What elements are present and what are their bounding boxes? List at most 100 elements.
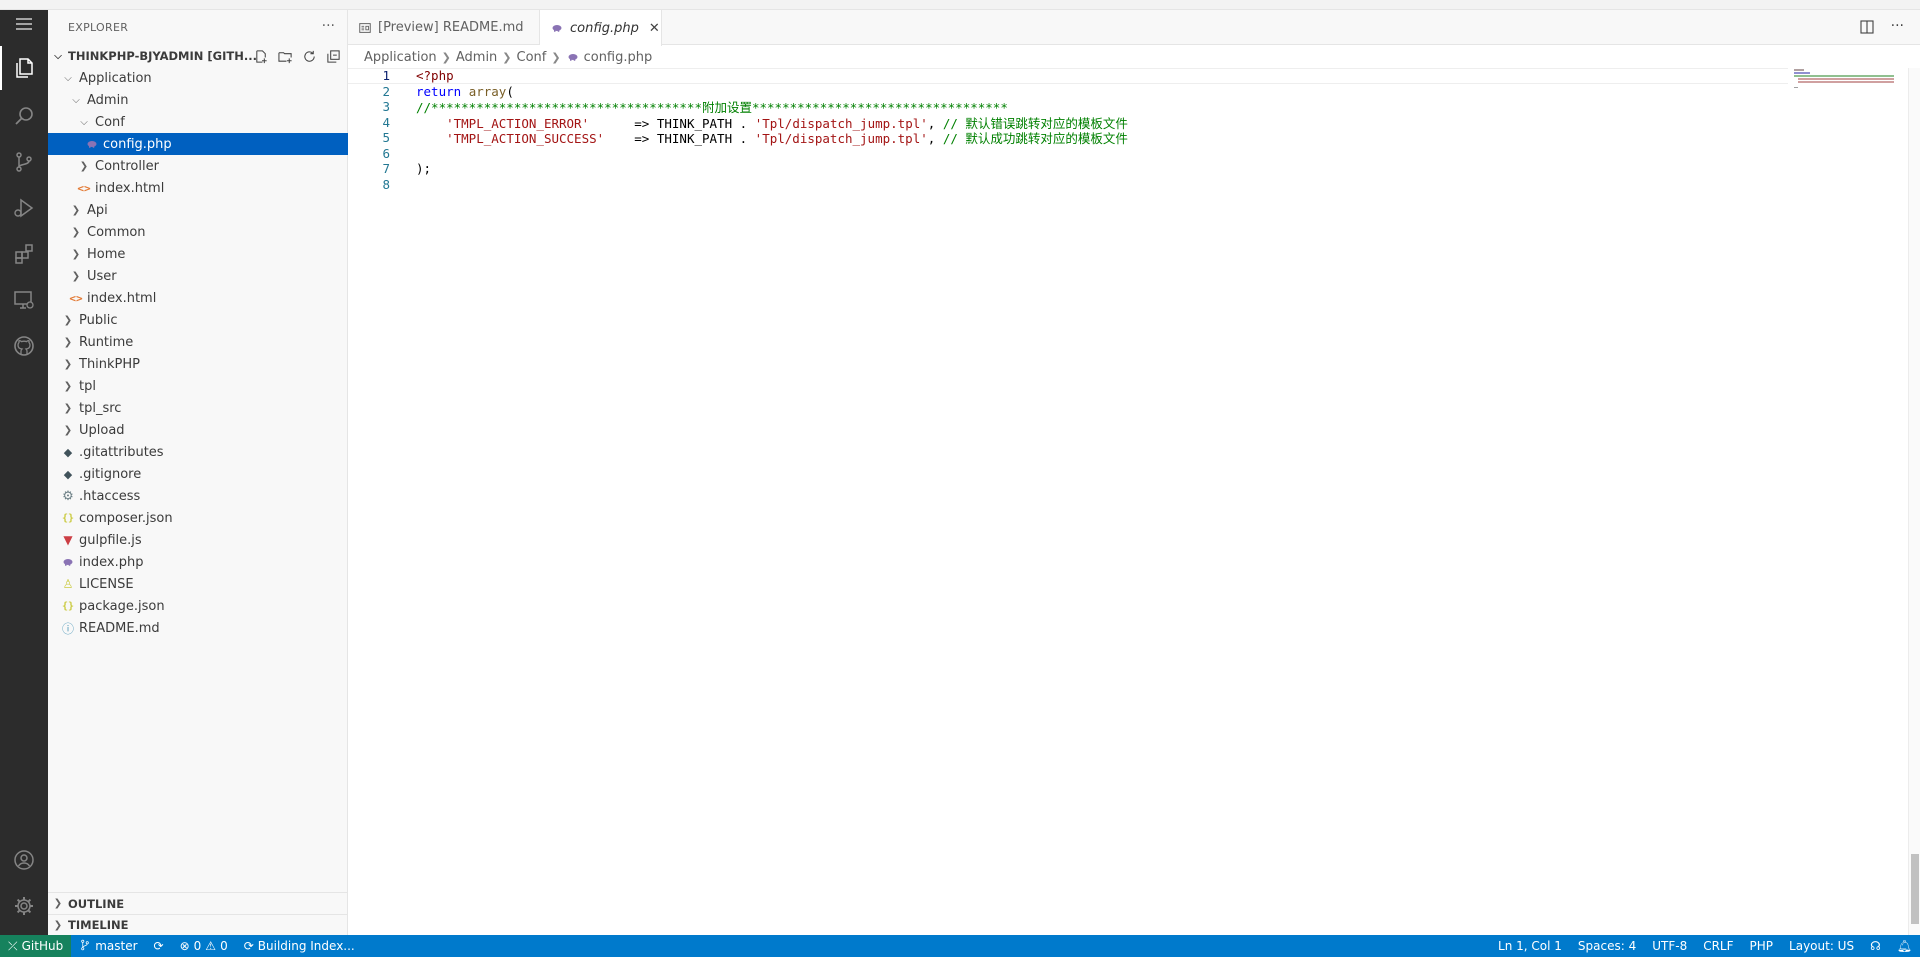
tree-folder-item[interactable]: ❯ Controller [48, 155, 348, 177]
line-number: 4 [382, 114, 390, 130]
sidebar-more-actions-icon[interactable]: ··· [322, 18, 335, 34]
scrollbar-thumb[interactable] [1911, 854, 1919, 924]
code-editor[interactable]: 1 <?php 2 return array(3//*****************… [348, 68, 1908, 935]
chevron-right-icon: ❯ [63, 314, 73, 326]
close-icon[interactable]: ✕ [649, 21, 660, 36]
line-number: 3 [382, 99, 390, 115]
tree-folder-item[interactable]: ❯ User [48, 265, 348, 287]
code-line[interactable]: 5 'TMPL_ACTION_SUCCESS' => THINK_PATH . … [348, 130, 1788, 146]
breadcrumb-item[interactable]: Application [364, 50, 437, 65]
error-icon: ⊗ [179, 939, 190, 953]
php-icon [84, 136, 100, 152]
minimap[interactable] [1792, 68, 1902, 88]
tree-file-item[interactable]: config.php [48, 133, 348, 155]
language-mode[interactable]: PHP [1742, 935, 1782, 957]
tree-file-item[interactable]: {} composer.json [48, 507, 348, 529]
breadcrumb-item[interactable]: Conf [517, 50, 547, 65]
cursor-position[interactable]: Ln 1, Col 1 [1490, 935, 1570, 957]
problems-indicator[interactable]: ⊗ 0 ⚠ 0 [172, 935, 236, 957]
tree-file-item[interactable]: ▼ gulpfile.js [48, 529, 348, 551]
new-file-icon[interactable] [252, 48, 270, 64]
chevron-right-icon: ❯ [502, 50, 512, 64]
remote-indicator[interactable]: ⤫ GitHub [0, 935, 72, 957]
notifications-bell-icon[interactable]: 🔔︎ [1889, 935, 1920, 957]
tree-folder-item[interactable]: ❯ Common [48, 221, 348, 243]
tree-folder-item[interactable]: ❯ Runtime [48, 331, 348, 353]
editor-scrollbar[interactable] [1908, 68, 1920, 935]
code-line[interactable]: 6 [348, 146, 1788, 162]
tree-item-label: index.html [87, 290, 157, 306]
tree-file-item[interactable]: ◆ .gitattributes [48, 441, 348, 463]
workspace-folder-header[interactable]: ⌵ THINKPHP-BJYADMIN [GITH... [48, 45, 348, 67]
github-icon[interactable] [0, 324, 48, 368]
line-number: 5 [382, 130, 390, 146]
tree-item-label: User [87, 268, 117, 284]
collapse-all-icon[interactable] [324, 48, 342, 64]
php-icon [60, 554, 76, 570]
editor-more-actions-icon[interactable]: ··· [1891, 19, 1904, 39]
menu-icon[interactable] [0, 12, 48, 36]
new-folder-icon[interactable] [276, 48, 294, 64]
line-number: 1 [382, 68, 390, 84]
php-icon [566, 51, 580, 63]
tree-file-item[interactable]: ♙ LICENSE [48, 573, 348, 595]
code-line[interactable]: 1 <?php [348, 68, 1788, 84]
tree-folder-item[interactable]: ❯ tpl_src [48, 397, 348, 419]
run-debug-icon[interactable] [0, 186, 48, 230]
timeline-panel-header[interactable]: ❯ TIMELINE [48, 914, 348, 935]
breadcrumb-item[interactable]: config.php [584, 50, 653, 65]
line-number: 8 [382, 176, 390, 192]
remote-explorer-icon[interactable] [0, 278, 48, 322]
tree-folder-item[interactable]: ❯ tpl [48, 375, 348, 397]
tree-folder-item[interactable]: ❯ Public [48, 309, 348, 331]
explorer-icon[interactable] [0, 46, 48, 90]
keyboard-layout[interactable]: Layout: US [1781, 935, 1862, 957]
extensions-icon[interactable] [0, 232, 48, 276]
tree-file-item[interactable]: <> index.html [48, 287, 348, 309]
tree-file-item[interactable]: ⓘ README.md [48, 617, 348, 639]
tree-item-label: Application [79, 70, 152, 86]
tree-item-label: composer.json [79, 510, 173, 526]
tree-file-item[interactable]: ◆ .gitignore [48, 463, 348, 485]
tree-folder-item[interactable]: ❯ Upload [48, 419, 348, 441]
title-bar-strip [0, 0, 1920, 10]
chevron-right-icon: ❯ [71, 204, 81, 216]
tree-folder-item[interactable]: ❯ Home [48, 243, 348, 265]
tree-folder-item[interactable]: ⌵ Conf [48, 111, 348, 133]
tree-folder-item[interactable]: ⌵ Application [48, 67, 348, 89]
tree-folder-item[interactable]: ❯ Api [48, 199, 348, 221]
tree-folder-item[interactable]: ⌵ Admin [48, 89, 348, 111]
tree-item-label: .gitignore [79, 466, 142, 482]
chevron-down-icon: ⌵ [54, 50, 62, 62]
source-control-icon[interactable] [0, 140, 48, 184]
tree-file-item[interactable]: <> index.html [48, 177, 348, 199]
feedback-icon[interactable]: ☊ [1862, 935, 1889, 957]
tree-file-item[interactable]: {} package.json [48, 595, 348, 617]
sync-icon: ⟳ [243, 939, 254, 953]
sync-button[interactable]: ⟳ [146, 935, 172, 957]
split-editor-icon[interactable] [1859, 19, 1875, 39]
tree-file-item[interactable]: index.php [48, 551, 348, 573]
chevron-right-icon: ❯ [551, 50, 561, 64]
task-indicator[interactable]: ⟳ Building Index... [236, 935, 363, 957]
settings-gear-icon[interactable] [0, 884, 48, 928]
task-label: Building Index... [257, 939, 355, 953]
code-token: , [927, 131, 943, 147]
code-line[interactable]: 7); [348, 161, 1788, 177]
encoding[interactable]: UTF-8 [1644, 935, 1695, 957]
code-line[interactable]: 8 [348, 177, 1788, 193]
indentation[interactable]: Spaces: 4 [1570, 935, 1644, 957]
outline-panel-header[interactable]: ❯ OUTLINE [48, 892, 348, 914]
account-icon[interactable] [0, 838, 48, 882]
tree-file-item[interactable]: ⚙ .htaccess [48, 485, 348, 507]
search-icon[interactable] [0, 94, 48, 138]
end-of-line[interactable]: CRLF [1695, 935, 1741, 957]
branch-indicator[interactable]: master [71, 935, 145, 957]
explorer-sidebar: EXPLORER ··· ⌵ THINKPHP-BJYADMIN [GITH..… [48, 10, 348, 935]
refresh-icon[interactable] [300, 48, 318, 64]
tab-readme-preview[interactable]: [Preview] README.md [348, 10, 540, 45]
tab-config-php[interactable]: config.php ✕ [540, 10, 662, 46]
workspace-name: THINKPHP-BJYADMIN [GITH... [68, 49, 257, 63]
tree-folder-item[interactable]: ❯ ThinkPHP [48, 353, 348, 375]
breadcrumb-item[interactable]: Admin [456, 50, 497, 65]
